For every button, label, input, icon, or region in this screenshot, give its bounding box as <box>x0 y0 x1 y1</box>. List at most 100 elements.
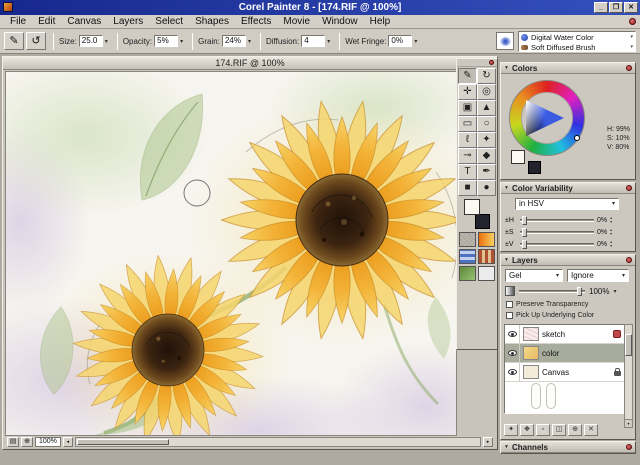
main-color-selector[interactable] <box>462 199 492 229</box>
diffusion-value[interactable]: 4 <box>301 35 326 47</box>
new-watercolor-layer-button[interactable]: ⊕ <box>568 424 582 436</box>
reset-tool-icon[interactable]: ↺ <box>26 32 46 50</box>
grain-dropdown-icon[interactable]: ▾ <box>248 38 251 45</box>
tool-oval-shape[interactable]: ● <box>477 180 496 196</box>
close-button[interactable]: ✕ <box>624 2 638 13</box>
size-value[interactable]: 25.0 <box>78 35 103 47</box>
pick-up-underlying-checkbox[interactable] <box>506 312 513 319</box>
scrollbar-thumb[interactable] <box>625 334 632 356</box>
menu-item-layers[interactable]: Layers <box>107 16 149 27</box>
horizontal-scrollbar[interactable] <box>74 437 481 447</box>
brush-category-row[interactable]: Digital Water Color ▾ <box>519 32 635 42</box>
menu-item-canvas[interactable]: Canvas <box>61 16 107 27</box>
pattern-selector[interactable] <box>459 249 476 264</box>
hue-marker-icon[interactable] <box>574 135 580 141</box>
minimize-button[interactable]: _ <box>594 2 608 13</box>
scroll-left-icon[interactable]: ◂ <box>62 437 73 447</box>
tool-grabber[interactable]: ✛ <box>458 84 477 100</box>
zoom-tool-icon[interactable]: ⊕ <box>21 437 33 447</box>
slider-thumb[interactable] <box>577 286 582 296</box>
brush-variant-row[interactable]: Soft Diffused Brush ▾ <box>519 42 635 52</box>
tool-lasso[interactable]: ℓ <box>458 132 477 148</box>
tool-rotate-page[interactable]: ↻ <box>477 68 496 84</box>
tool-rect-select[interactable]: ▭ <box>458 116 477 132</box>
palette-front-color-swatch[interactable] <box>511 150 525 164</box>
diffusion-dropdown-icon[interactable]: ▾ <box>327 38 330 45</box>
variability-mode-dropdown[interactable]: in HSV ▾ <box>515 198 619 210</box>
collapse-arrow-icon[interactable]: ▼ <box>504 65 509 71</box>
tool-crop[interactable]: ▣ <box>458 100 477 116</box>
menu-item-movie[interactable]: Movie <box>277 16 316 27</box>
tool-dropper[interactable]: ⊸ <box>458 148 477 164</box>
variability-titlebar[interactable]: ▼ Color Variability <box>501 183 635 194</box>
tool-paint-bucket[interactable]: ◆ <box>477 148 496 164</box>
hue-variability-slider[interactable] <box>520 215 594 225</box>
opacity-dropdown-icon[interactable]: ▾ <box>180 38 183 45</box>
zoom-level[interactable]: 100% <box>35 437 61 447</box>
variability-close-icon[interactable] <box>626 185 632 191</box>
paper-selector[interactable] <box>459 232 476 247</box>
preserve-transparency-checkbox[interactable] <box>506 301 513 308</box>
colors-palette-titlebar[interactable]: ▼ Colors <box>501 63 635 74</box>
slider-thumb[interactable] <box>522 239 527 249</box>
composite-depth-dropdown[interactable]: Ignore ▾ <box>567 269 629 282</box>
collapse-arrow-icon[interactable]: ▼ <box>504 444 509 450</box>
brush-category-dropdown-icon[interactable]: ▾ <box>630 34 633 40</box>
layer-opacity-slider[interactable] <box>519 286 585 296</box>
tool-text[interactable]: T <box>458 164 477 180</box>
canvas-painting[interactable] <box>5 71 457 436</box>
menu-item-select[interactable]: Select <box>149 16 189 27</box>
dynamic-plugin-button[interactable]: ✦ <box>504 424 518 436</box>
slider-thumb[interactable] <box>522 227 527 237</box>
tool-pen[interactable]: ✒ <box>477 164 496 180</box>
layer-row-canvas[interactable]: Canvas <box>505 363 624 382</box>
brush-stroke-preview-icon[interactable] <box>496 32 514 50</box>
visibility-cell[interactable] <box>505 325 520 343</box>
menu-close-dot-icon[interactable] <box>629 18 636 25</box>
scrollbar-thumb[interactable] <box>76 439 169 445</box>
channels-titlebar[interactable]: ▼ Channels <box>501 442 635 453</box>
tool-layer-adjuster[interactable]: ▲ <box>477 100 496 116</box>
new-mask-button[interactable]: ◫ <box>552 424 566 436</box>
collapse-arrow-icon[interactable]: ▼ <box>504 257 509 263</box>
nozzle-selector[interactable] <box>459 266 476 281</box>
palette-back-color-swatch[interactable] <box>528 161 541 174</box>
restore-button[interactable]: ❐ <box>609 2 623 13</box>
composite-method-dropdown[interactable]: Gel ▾ <box>505 269 563 282</box>
layer-row-sketch[interactable]: sketch <box>505 325 624 344</box>
gradient-selector[interactable] <box>478 232 495 247</box>
layers-titlebar[interactable]: ▼ Layers <box>501 255 635 266</box>
size-dropdown-icon[interactable]: ▾ <box>105 38 108 45</box>
channels-close-icon[interactable] <box>626 444 632 450</box>
toolbox-close-icon[interactable] <box>489 60 494 65</box>
visibility-cell[interactable] <box>505 363 520 381</box>
tool-brush[interactable]: ✎ <box>458 68 477 84</box>
menu-item-window[interactable]: Window <box>316 16 364 27</box>
tool-rect-shape[interactable]: ■ <box>458 180 477 196</box>
hue-stepper[interactable]: ▴ ▾ <box>610 216 612 224</box>
composite-depth-arrow-icon[interactable]: ▾ <box>622 271 625 281</box>
tool-magnifier[interactable]: ◎ <box>477 84 496 100</box>
tool-oval-select[interactable]: ○ <box>477 116 496 132</box>
front-color-swatch[interactable] <box>464 199 480 215</box>
scroll-right-icon[interactable]: ▸ <box>483 437 493 447</box>
opacity-value[interactable]: 5% <box>154 35 179 47</box>
document-title-bar[interactable]: 174.RIF @ 100% <box>3 57 497 70</box>
delete-layer-button[interactable]: ✕ <box>584 424 598 436</box>
colors-palette-close-icon[interactable] <box>626 65 632 71</box>
wet-fringe-dropdown-icon[interactable]: ▾ <box>414 38 417 45</box>
tool-magic-wand[interactable]: ✦ <box>477 132 496 148</box>
brush-tool-icon[interactable]: ✎ <box>4 32 24 50</box>
scroll-down-icon[interactable]: ▾ <box>625 419 632 427</box>
composite-method-arrow-icon[interactable]: ▾ <box>556 271 559 281</box>
group-layers-button[interactable]: ❖ <box>520 424 534 436</box>
saturation-stepper[interactable]: ▴ ▾ <box>610 228 612 236</box>
menu-item-help[interactable]: Help <box>364 16 397 27</box>
visibility-cell[interactable] <box>505 344 520 362</box>
eye-icon[interactable] <box>507 331 517 337</box>
new-layer-button[interactable]: ▫ <box>536 424 550 436</box>
menu-item-edit[interactable]: Edit <box>32 16 61 27</box>
menu-item-file[interactable]: File <box>4 16 32 27</box>
layers-scrollbar[interactable]: ▴ ▾ <box>624 324 633 428</box>
layers-close-icon[interactable] <box>626 257 632 263</box>
